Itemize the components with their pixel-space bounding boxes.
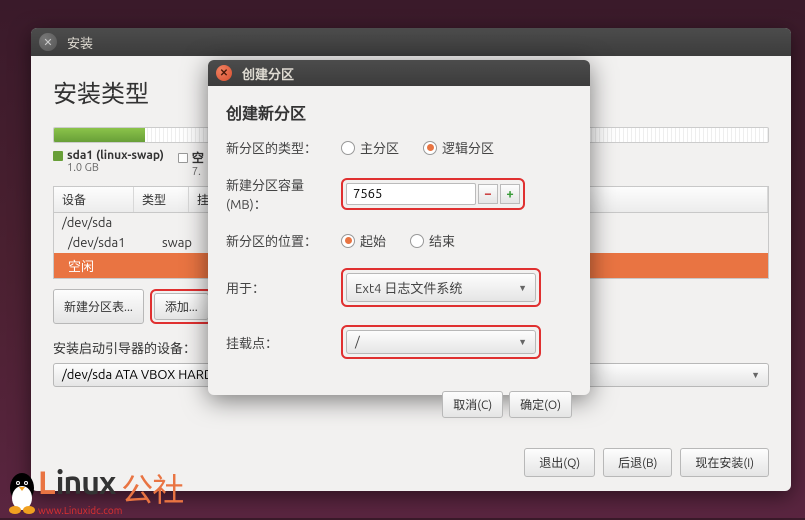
new-table-button[interactable]: 新建分区表... <box>53 289 144 324</box>
plus-icon[interactable]: + <box>500 184 520 204</box>
chevron-down-icon: ▼ <box>518 337 527 347</box>
create-partition-dialog: ✕ 创建分区 创建新分区 新分区的类型： 主分区 逻辑分区 新建分区容量(MB)… <box>208 60 590 395</box>
highlight-add: 添加... <box>150 289 213 324</box>
legend-item: sda1 (linux-swap) 1.0 GB <box>53 149 164 178</box>
legend-size: 7. <box>192 166 204 178</box>
back-button[interactable]: 后退(B) <box>603 448 672 477</box>
label-usefor: 用于： <box>226 278 341 297</box>
legend-name: 空 <box>192 149 204 166</box>
install-button[interactable]: 现在安装(I) <box>680 448 769 477</box>
label-size: 新建分区容量(MB)： <box>226 175 341 213</box>
label-type: 新分区的类型： <box>226 138 341 157</box>
radio-icon <box>341 141 355 155</box>
row-mount: 挂载点： / ▼ <box>226 325 572 359</box>
highlight-mount: / ▼ <box>341 325 541 359</box>
legend-swatch-icon <box>178 153 188 163</box>
label-mount: 挂载点： <box>226 333 341 352</box>
radio-begin[interactable]: 起始 <box>341 231 386 250</box>
footer-buttons: 退出(Q) 后退(B) 现在安装(I) <box>524 448 769 477</box>
chevron-down-icon: ▼ <box>518 283 527 293</box>
dialog-title: 创建分区 <box>242 64 294 83</box>
legend-size: 1.0 GB <box>67 162 164 174</box>
radio-primary[interactable]: 主分区 <box>341 138 399 157</box>
watermark-logo: L inux 公社 www.Linuxidc.com <box>2 465 183 516</box>
usefor-value: Ext4 日志文件系统 <box>355 278 462 297</box>
radio-end[interactable]: 结束 <box>410 231 455 250</box>
radio-logical[interactable]: 逻辑分区 <box>423 138 494 157</box>
usefor-combo[interactable]: Ext4 日志文件系统 ▼ <box>346 273 536 302</box>
dialog-titlebar: ✕ 创建分区 <box>208 60 590 86</box>
mount-value: / <box>355 335 360 349</box>
highlight-size: − + <box>341 178 525 210</box>
row-position: 新分区的位置： 起始 结束 <box>226 231 572 250</box>
mount-combo[interactable]: / ▼ <box>346 330 536 354</box>
quit-button[interactable]: 退出(Q) <box>524 448 595 477</box>
radio-icon <box>341 234 355 248</box>
legend-swatch-icon <box>53 151 63 161</box>
tux-icon <box>2 468 42 516</box>
close-icon[interactable]: ✕ <box>216 65 232 81</box>
dialog-heading: 创建新分区 <box>226 100 572 124</box>
legend-item: 空 7. <box>178 149 204 178</box>
row-type: 新分区的类型： 主分区 逻辑分区 <box>226 138 572 157</box>
add-button[interactable]: 添加... <box>154 293 209 320</box>
ok-button[interactable]: 确定(O) <box>509 391 572 418</box>
th-device[interactable]: 设备 <box>54 187 134 212</box>
th-type[interactable]: 类型 <box>134 187 189 212</box>
logo-suffix: 公社 <box>121 465 183 511</box>
row-size: 新建分区容量(MB)： − + <box>226 175 572 213</box>
cancel-button[interactable]: 取消(C) <box>442 391 503 418</box>
main-titlebar: ✕ 安装 <box>31 28 791 56</box>
dialog-footer: 取消(C) 确定(O) <box>208 391 590 432</box>
highlight-usefor: Ext4 日志文件系统 ▼ <box>341 268 541 307</box>
label-position: 新分区的位置： <box>226 231 341 250</box>
radio-icon <box>423 141 437 155</box>
radio-icon <box>410 234 424 248</box>
close-icon[interactable]: ✕ <box>39 33 57 51</box>
main-title: 安装 <box>67 33 93 52</box>
minus-icon[interactable]: − <box>478 184 498 204</box>
size-input[interactable] <box>346 183 476 205</box>
partition-segment-swap <box>54 128 147 142</box>
row-usefor: 用于： Ext4 日志文件系统 ▼ <box>226 268 572 307</box>
chevron-down-icon: ▼ <box>751 370 760 380</box>
legend-name: sda1 (linux-swap) <box>67 149 164 162</box>
